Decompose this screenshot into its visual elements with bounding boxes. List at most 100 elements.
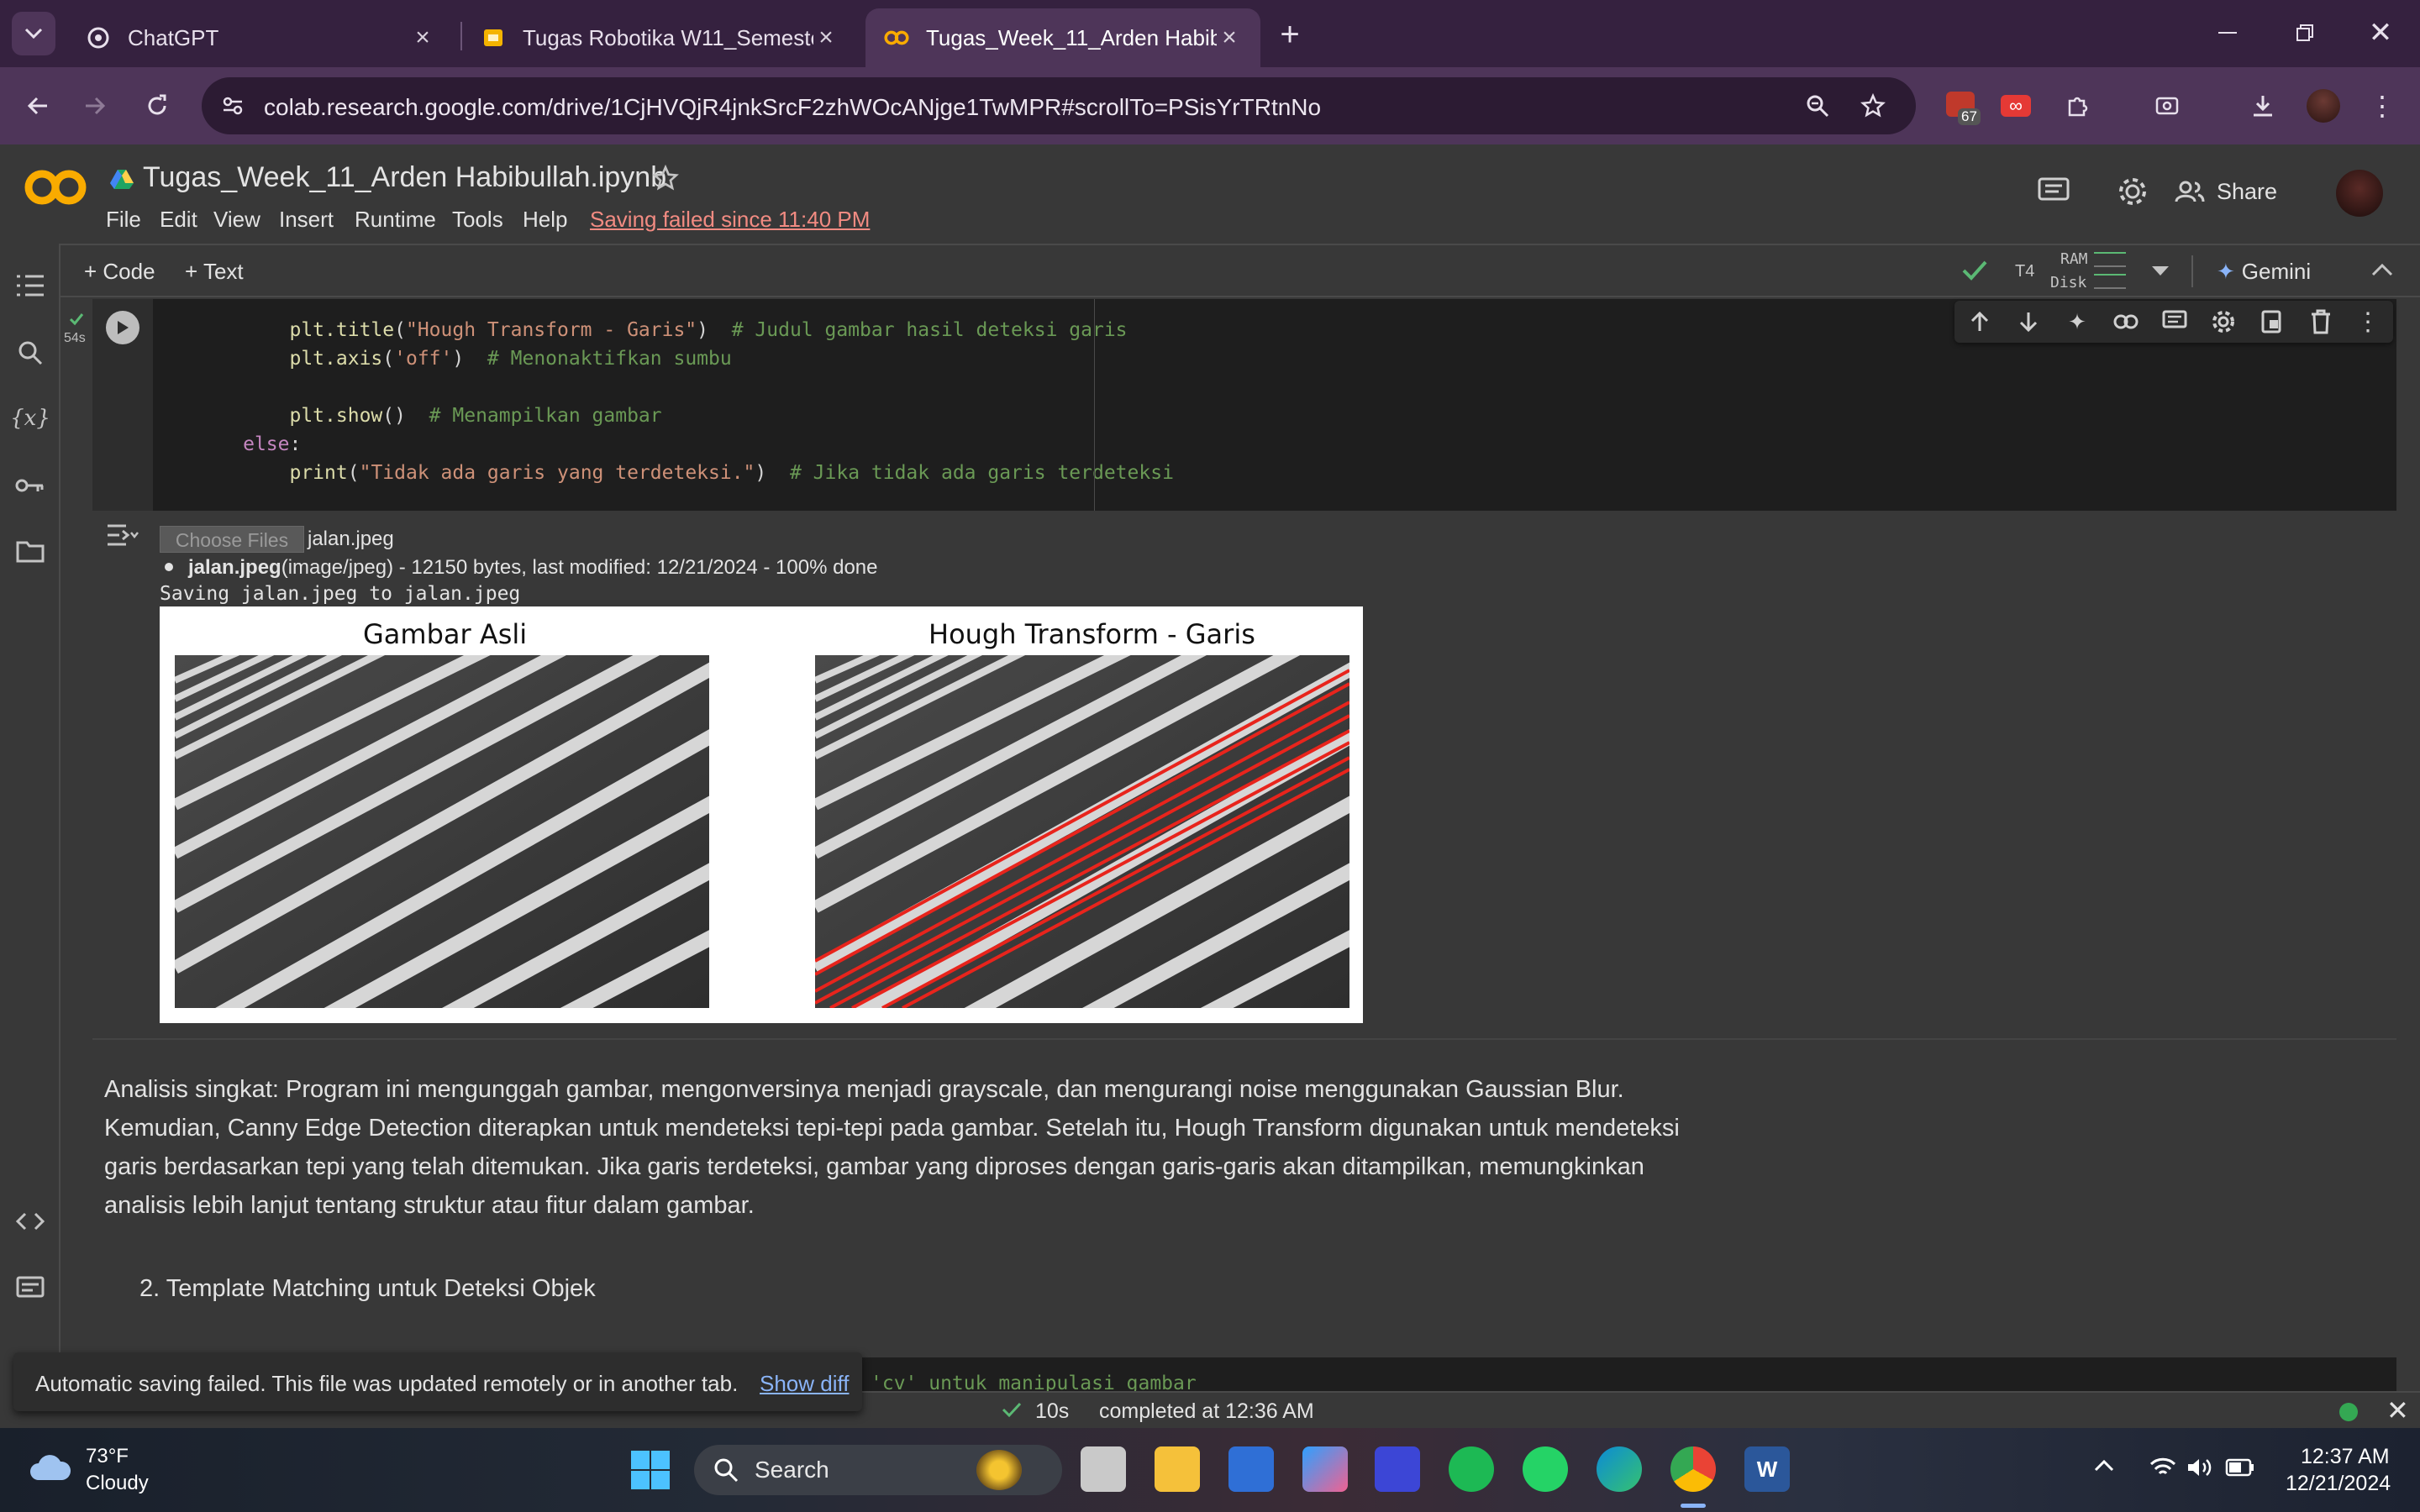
download-icon[interactable]	[2242, 85, 2284, 127]
copilot-icon[interactable]	[1302, 1446, 1348, 1492]
screenshot-icon[interactable]	[2146, 85, 2188, 127]
choose-files-button[interactable]: Choose Files	[160, 526, 304, 553]
comments-icon[interactable]	[2037, 176, 2070, 207]
volume-icon[interactable]	[2186, 1457, 2213, 1478]
menu-insert[interactable]: Insert	[279, 207, 334, 233]
saving-status-link[interactable]: Saving failed since 11:40 PM	[590, 207, 870, 233]
close-icon[interactable]: ×	[1217, 24, 1242, 51]
toast-message: Automatic saving failed. This file was u…	[35, 1371, 739, 1396]
more-vert-icon[interactable]: ⋮	[2354, 308, 2381, 336]
address-bar[interactable]: colab.research.google.com/drive/1CjHVQjR…	[202, 77, 1916, 134]
extension-infinity-icon[interactable]: ∞	[1995, 85, 2037, 127]
active-app-indicator	[1681, 1504, 1706, 1508]
table-of-contents-icon[interactable]	[13, 269, 47, 302]
task-view-icon[interactable]	[1081, 1446, 1126, 1492]
tab-chatgpt[interactable]: ChatGPT ×	[67, 8, 454, 67]
new-tab-icon[interactable]: +	[1269, 13, 1311, 55]
menu-runtime[interactable]: Runtime	[355, 207, 436, 233]
exec-time: 54s	[64, 331, 86, 345]
upload-file-name: jalan.jpeg	[188, 556, 281, 579]
minimize-icon[interactable]	[2207, 12, 2249, 54]
gemini-button[interactable]: ✦ Gemini	[2217, 259, 2311, 285]
spotify-icon[interactable]	[1449, 1446, 1494, 1492]
whatsapp-icon[interactable]	[1523, 1446, 1568, 1492]
tab-tugas-robotika[interactable]: Tugas Robotika W11_Semester ×	[462, 8, 857, 67]
code-snippets-icon[interactable]	[13, 1205, 47, 1238]
zoom-icon[interactable]	[1797, 85, 1839, 127]
windows-start-icon[interactable]	[630, 1450, 671, 1490]
connection-status-dot	[2339, 1403, 2358, 1421]
chrome-icon[interactable]	[1670, 1446, 1716, 1492]
star-icon[interactable]	[652, 165, 679, 192]
ms-store-icon[interactable]	[1228, 1446, 1274, 1492]
close-icon[interactable]: ×	[410, 24, 435, 51]
close-statusbar-icon[interactable]: ✕	[2386, 1394, 2409, 1426]
selected-file-name: jalan.jpeg	[308, 528, 394, 550]
variables-icon[interactable]: {x}	[10, 402, 50, 435]
move-up-icon[interactable]	[1966, 308, 1993, 335]
add-code-button[interactable]: + Code	[84, 259, 155, 285]
menu-tools[interactable]: Tools	[452, 207, 503, 233]
wifi-icon[interactable]	[2149, 1457, 2176, 1478]
collapse-header-icon[interactable]	[2371, 262, 2393, 277]
restore-icon[interactable]	[2284, 12, 2326, 54]
left-sidebar: {x}	[0, 244, 60, 1394]
mirror-cell-icon[interactable]	[2259, 308, 2286, 335]
add-text-button[interactable]: + Text	[185, 259, 244, 285]
gemini-sparkle-icon[interactable]: ✦	[2064, 308, 2091, 335]
close-window-icon[interactable]: ✕	[2360, 12, 2402, 54]
browser-toolbar: colab.research.google.com/drive/1CjHVQjR…	[0, 67, 2420, 144]
search-icon[interactable]	[13, 336, 47, 370]
runtime-type[interactable]: T4	[2015, 262, 2034, 281]
account-avatar[interactable]	[2336, 170, 2383, 217]
menu-edit[interactable]: Edit	[160, 207, 197, 233]
edge-icon[interactable]	[1597, 1446, 1642, 1492]
code-line: plt.axis('off') # Menonaktifkan sumbu	[289, 348, 732, 370]
profile-avatar[interactable]	[2302, 85, 2344, 127]
clock-time[interactable]: 12:37 AM	[2301, 1445, 2390, 1469]
menu-help[interactable]: Help	[523, 207, 567, 233]
show-diff-link[interactable]: Show diff	[760, 1371, 849, 1397]
word-icon[interactable]: W	[1744, 1446, 1790, 1492]
browser-tab-strip: ChatGPT × Tugas Robotika W11_Semester × …	[0, 0, 2420, 67]
settings-gear-icon[interactable]	[2116, 175, 2149, 208]
reload-icon[interactable]	[136, 85, 178, 127]
taskbar-search[interactable]: Search	[694, 1445, 1062, 1495]
extension-icon[interactable]: 67	[1939, 83, 1981, 125]
menu-file[interactable]: File	[106, 207, 141, 233]
autosave-toast: Automatic saving failed. This file was u…	[13, 1352, 862, 1411]
run-cell-button[interactable]	[106, 311, 139, 344]
back-icon[interactable]	[17, 85, 59, 127]
tray-chevron-icon[interactable]	[2094, 1460, 2114, 1472]
move-down-icon[interactable]	[2015, 308, 2042, 335]
url-text[interactable]: colab.research.google.com/drive/1CjHVQjR…	[264, 94, 1321, 121]
site-info-icon[interactable]	[212, 85, 254, 127]
resources-dropdown-icon[interactable]	[2151, 265, 2170, 277]
chrome-menu-icon[interactable]: ⋮	[2361, 85, 2403, 127]
colab-logo[interactable]	[22, 166, 89, 208]
extensions-puzzle-icon[interactable]	[2057, 85, 2099, 127]
share-button[interactable]: Share	[2175, 168, 2277, 215]
delete-trash-icon[interactable]	[2307, 308, 2334, 335]
command-palette-icon[interactable]	[13, 1270, 47, 1304]
weather-cloud-icon[interactable]	[27, 1452, 72, 1483]
close-icon[interactable]: ×	[813, 24, 839, 51]
battery-icon[interactable]	[2225, 1458, 2255, 1477]
cell-settings-gear-icon[interactable]	[2210, 308, 2237, 335]
forward-icon[interactable]	[74, 85, 116, 127]
link-icon[interactable]	[2112, 308, 2139, 335]
clock-date[interactable]: 12/21/2024	[2286, 1472, 2391, 1496]
gemini-label: Gemini	[2241, 259, 2312, 284]
bookmark-star-icon[interactable]	[1852, 85, 1894, 127]
file-explorer-icon[interactable]	[1155, 1446, 1200, 1492]
comment-icon[interactable]	[2161, 308, 2188, 335]
figure-title-hough: Hough Transform - Garis	[929, 618, 1255, 650]
menu-view[interactable]: View	[213, 207, 260, 233]
secrets-key-icon[interactable]	[13, 469, 47, 502]
files-folder-icon[interactable]	[13, 534, 47, 568]
notebook-title[interactable]: Tugas_Week_11_Arden Habibullah.ipynb	[143, 161, 666, 194]
tab-search-dropdown-icon[interactable]	[12, 12, 55, 55]
output-actions-icon[interactable]	[106, 522, 139, 548]
tab-colab-notebook[interactable]: Tugas_Week_11_Arden Habibull ×	[865, 8, 1260, 67]
app-icon[interactable]	[1375, 1446, 1420, 1492]
